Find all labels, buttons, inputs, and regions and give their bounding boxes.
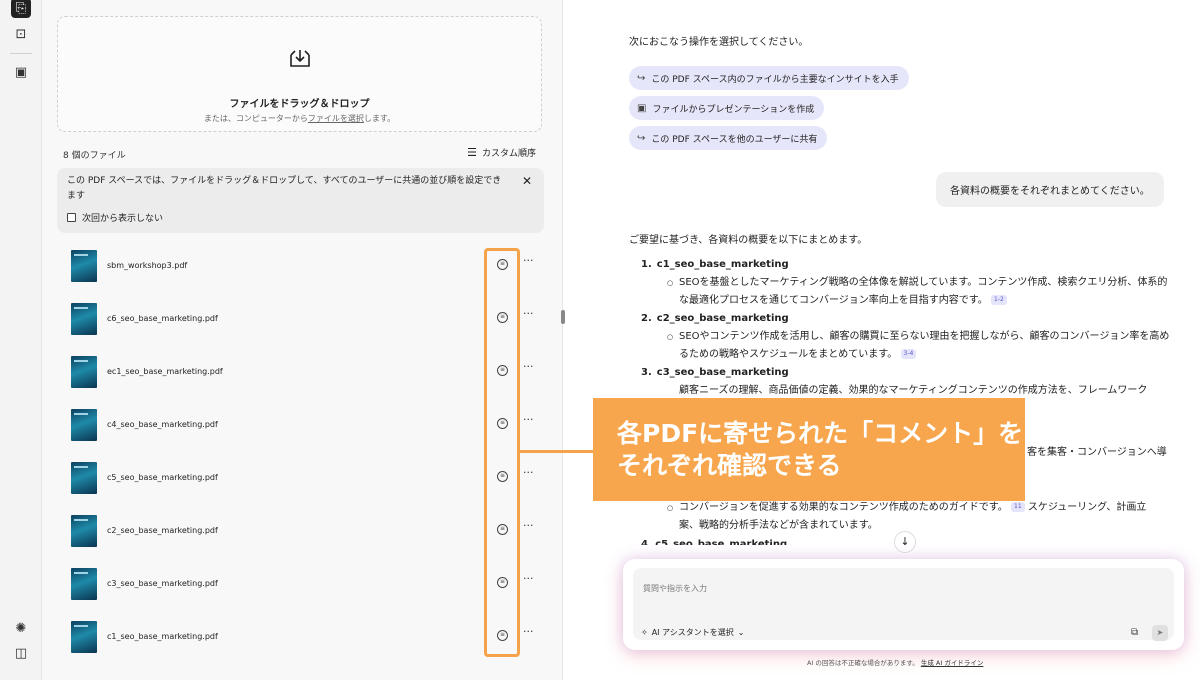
annotation-callout: 各PDFに寄せられた「コメント」を それぞれ確認できる — [593, 398, 1025, 501]
pdf-thumbnail — [71, 621, 97, 653]
more-options-icon[interactable]: ··· — [523, 625, 534, 638]
more-options-icon[interactable]: ··· — [523, 466, 534, 479]
summary-item-title: 2. c2_seo_base_marketing — [641, 313, 789, 324]
user-message: 各資料の概要をそれぞれまとめてください。 — [936, 172, 1164, 207]
summary-item-desc: SEOやコンテンツ作成を活用し、顧客の購買に至らない理由を把握しながら、顧客のコ… — [667, 328, 1174, 364]
scroll-down-button[interactable]: ↓ — [894, 531, 916, 553]
files-icon[interactable]: ⎘ — [11, 0, 31, 18]
file-row[interactable]: c3_seo_base_marketing.pdf ≡ ··· — [57, 558, 544, 611]
pdf-thumbnail — [71, 515, 97, 547]
input-placeholder: 質問や指示を入力 — [643, 584, 707, 593]
chip-label: ファイルからプレゼンテーションを作成 — [652, 104, 815, 115]
summary-item-desc-partial: 客を集客・コンバージョンへ導 — [1027, 447, 1167, 458]
citation-badge[interactable]: 3-4 — [900, 349, 917, 359]
chevron-down-icon: ⌄ — [737, 628, 745, 637]
choose-file-link[interactable]: ファイルを選択 — [308, 114, 364, 123]
ai-disclaimer: AI の回答は不正確な場合があります。 生成 AI ガイドライン — [807, 659, 984, 667]
file-count: 8 個のファイル — [63, 151, 126, 161]
resize-handle[interactable] — [561, 310, 565, 324]
chip-label: この PDF スペース内のファイルから主要なインサイトを入手 — [651, 74, 899, 85]
reorder-notice: この PDF スペースでは、ファイルをドラッグ＆ドロップして、すべてのユーザーに… — [57, 168, 544, 233]
file-row[interactable]: ec1_seo_base_marketing.pdf ≡ ··· — [57, 346, 544, 399]
pdf-thumbnail — [71, 568, 97, 600]
file-row[interactable]: sbm_workshop3.pdf ≡ ··· — [57, 240, 544, 293]
citation-badge[interactable]: 1-2 — [991, 295, 1007, 305]
summary-item-title-partial: 4. c5_seo_base_marketing — [641, 539, 788, 545]
attach-icon[interactable]: ⧉ — [1131, 627, 1138, 638]
file-row[interactable]: c6_seo_base_marketing.pdf ≡ ··· — [57, 293, 544, 346]
chat-input[interactable]: 質問や指示を入力 ✧ AI アシスタントを選択 ⌄ ⧉ ➤ — [633, 568, 1174, 641]
send-icon[interactable]: ➤ — [1152, 625, 1168, 641]
callout-line-1: 各PDFに寄せられた「コメント」を — [617, 419, 1024, 448]
close-icon[interactable]: ✕ — [522, 174, 532, 188]
rail-divider — [10, 53, 32, 54]
file-name: c2_seo_base_marketing.pdf — [107, 526, 218, 535]
comment-highlight-frame — [484, 248, 520, 657]
chip-label: この PDF スペースを他のユーザーに共有 — [651, 134, 818, 145]
file-name: ec1_seo_base_marketing.pdf — [107, 367, 223, 376]
ai-guideline-link[interactable]: 生成 AI ガイドライン — [921, 659, 984, 667]
presentation-icon: ▣ — [637, 102, 647, 114]
dropzone-title: ファイルをドラッグ＆ドロップ — [229, 99, 370, 110]
more-options-icon[interactable]: ··· — [523, 413, 534, 426]
chip-get-insights[interactable]: ↪ この PDF スペース内のファイルから主要なインサイトを入手 — [629, 66, 909, 90]
chip-create-presentation[interactable]: ▣ ファイルからプレゼンテーションを作成 — [629, 96, 825, 120]
file-row[interactable]: c2_seo_base_marketing.pdf ≡ ··· — [57, 505, 544, 558]
pdf-thumbnail — [71, 303, 97, 335]
left-rail: ⎘ ⊡ ▣ ✺ ◫ — [0, 0, 42, 680]
summary-item-title: 1. c1_seo_base_marketing — [641, 259, 789, 270]
summary-item-desc: SEOを基盤としたマーケティング戦略の全体像を解説しています。コンテンツ作成、検… — [667, 274, 1174, 310]
sort-label: カスタム順序 — [481, 149, 536, 159]
file-name: c5_seo_base_marketing.pdf — [107, 473, 218, 482]
pdf-thumbnail — [71, 250, 97, 282]
summary-item-desc: ○ コンバージョンを促進する効果的なコンテンツ作成のためのガイドです。 11 ス… — [667, 502, 1147, 531]
file-name: c3_seo_base_marketing.pdf — [107, 579, 218, 588]
checkbox-box[interactable] — [67, 213, 76, 222]
presentation-icon[interactable]: ▣ — [11, 62, 31, 82]
dropzone-subtitle: または、コンピューターからファイルを選択します。 — [203, 114, 396, 123]
checkbox-label: 次回から表示しない — [82, 214, 164, 224]
panel-toggle-icon[interactable]: ◫ — [11, 643, 31, 663]
file-row[interactable]: c4_seo_base_marketing.pdf ≡ ··· — [57, 399, 544, 452]
ai-selector-label: AI アシスタントを選択 — [651, 628, 734, 637]
file-dropzone[interactable]: ファイルをドラッグ＆ドロップ または、コンピューターからファイルを選択します。 — [57, 16, 542, 132]
next-action-prompt: 次におこなう操作を選択してください。 — [629, 37, 809, 48]
citation-badge[interactable]: 11 — [1011, 502, 1025, 512]
file-row[interactable]: c5_seo_base_marketing.pdf ≡ ··· — [57, 452, 544, 505]
pdf-thumbnail — [71, 356, 97, 388]
summary-item-title: 3. c3_seo_base_marketing — [641, 367, 789, 378]
more-options-icon[interactable]: ··· — [523, 307, 534, 320]
dont-show-again-checkbox[interactable]: 次回から表示しない — [67, 211, 163, 224]
callout-line-2: それぞれ確認できる — [617, 451, 842, 480]
pdf-thumbnail — [71, 462, 97, 494]
more-options-icon[interactable]: ··· — [523, 254, 534, 267]
file-name: c6_seo_base_marketing.pdf — [107, 314, 218, 323]
notice-text: この PDF スペースでは、ファイルをドラッグ＆ドロップして、すべてのユーザーに… — [67, 176, 502, 201]
chip-share-space[interactable]: ↪ この PDF スペースを他のユーザーに共有 — [629, 126, 828, 150]
chat-input-container: 質問や指示を入力 ✧ AI アシスタントを選択 ⌄ ⧉ ➤ — [623, 559, 1184, 650]
sparkle-icon: ✧ — [641, 628, 648, 637]
file-name: c4_seo_base_marketing.pdf — [107, 420, 218, 429]
file-name: c1_seo_base_marketing.pdf — [107, 632, 218, 641]
summary-list: 1.c1_seo_base_marketing SEOを基盤としたマーケティング… — [629, 256, 1174, 400]
file-name: sbm_workshop3.pdf — [107, 261, 188, 270]
insight-icon[interactable]: ⊡ — [11, 24, 31, 44]
ai-assistant-selector[interactable]: ✧ AI アシスタントを選択 ⌄ — [641, 627, 744, 638]
sort-order-button[interactable]: ☰ カスタム順序 — [467, 146, 536, 159]
arrow-icon: ↪ — [637, 72, 646, 84]
pdf-thumbnail — [71, 409, 97, 441]
upload-icon — [290, 50, 310, 67]
lightbulb-icon[interactable]: ✺ — [11, 618, 31, 638]
more-options-icon[interactable]: ··· — [523, 519, 534, 532]
more-options-icon[interactable]: ··· — [523, 360, 534, 373]
file-row[interactable]: c1_seo_base_marketing.pdf ≡ ··· — [57, 611, 544, 664]
assistant-reply-intro: ご要望に基づき、各資料の概要を以下にまとめます。 — [629, 235, 868, 246]
arrow-icon: ↪ — [637, 132, 646, 144]
more-options-icon[interactable]: ··· — [523, 572, 534, 585]
callout-connector — [520, 450, 593, 453]
sort-icon: ☰ — [467, 146, 477, 159]
